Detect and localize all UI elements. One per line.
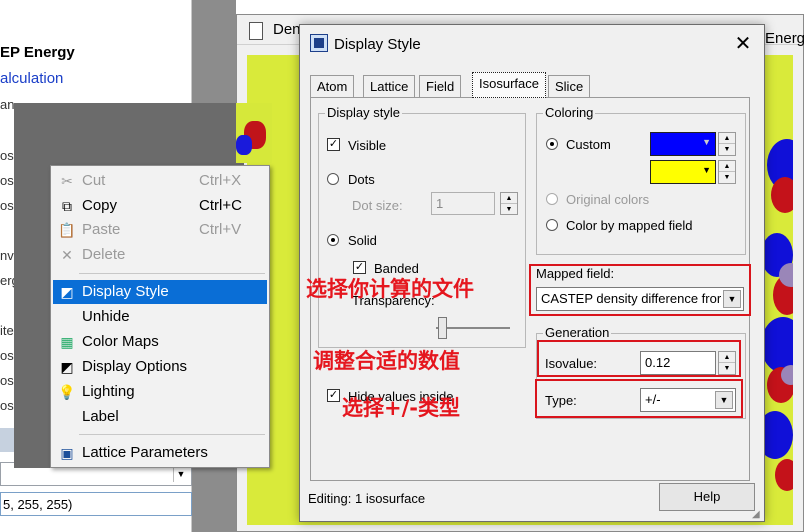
color-by-mapped-field-label: Color by mapped field: [566, 218, 693, 233]
group-label: Coloring: [543, 105, 596, 120]
chevron-down-icon[interactable]: ▼: [173, 466, 188, 482]
context-menu: ✂ Cut Ctrl+X ⧉ Copy Ctrl+C 📋 Paste Ctrl+…: [50, 165, 270, 468]
menu-item-label: Color Maps: [82, 333, 159, 350]
menu-item-label: Cut: [82, 172, 106, 189]
copy-icon: ⧉: [62, 198, 72, 214]
annotation-box-mapped-field: [529, 264, 751, 316]
visible-label: Visible: [348, 138, 387, 153]
group-label: Generation: [543, 325, 612, 340]
visible-checkbox[interactable]: ✓: [327, 138, 340, 151]
lightbulb-icon: 💡: [58, 384, 76, 400]
close-icon[interactable]: ✕: [732, 33, 754, 55]
tab-slice[interactable]: Slice: [548, 75, 591, 97]
tree-item-calculation[interactable]: alculation: [0, 70, 190, 87]
menu-item-shortcut: Ctrl+X: [199, 172, 242, 189]
color-by-mapped-field-radio[interactable]: [546, 219, 558, 231]
tab-isosurface[interactable]: Isosurface: [472, 72, 546, 98]
original-colors-radio[interactable]: [546, 193, 558, 205]
annotation-select-type: 选择+/-类型: [342, 396, 460, 420]
color-maps-icon: ▦: [60, 334, 74, 350]
structure-viewer-thumbnail: [236, 103, 272, 163]
dots-label: Dots: [348, 172, 375, 187]
menu-item-label: Display Options: [82, 358, 188, 375]
annotation-box-type: [535, 379, 743, 418]
menu-item-label: Unhide: [82, 308, 130, 325]
annotation-box-isovalue: [537, 340, 741, 377]
original-colors-label: Original colors: [566, 192, 650, 207]
tab-lattice[interactable]: Lattice: [363, 75, 416, 97]
menu-item-label: Display Style: [82, 283, 169, 300]
menu-item-cut[interactable]: ✂ Cut Ctrl+X: [53, 169, 267, 193]
property-value-field[interactable]: 5, 255, 255): [0, 492, 192, 516]
tab-field[interactable]: Field: [419, 75, 462, 97]
display-style-icon: [310, 34, 328, 52]
chevron-down-icon: ▼: [702, 137, 711, 147]
dot-size-field[interactable]: 1: [431, 192, 495, 215]
annotation-select-file: 选择你计算的文件: [306, 277, 474, 301]
annotation-adjust-value: 调整合适的数值: [313, 349, 460, 373]
paste-icon: 📋: [58, 222, 76, 238]
solid-radio[interactable]: [327, 234, 339, 246]
tab-atom[interactable]: Atom: [310, 75, 355, 97]
menu-item-label: Lattice Parameters: [82, 444, 208, 461]
menu-item-lattice-parameters[interactable]: ▣ Lattice Parameters: [53, 441, 267, 465]
dot-size-stepper[interactable]: ▲ ▼: [500, 192, 518, 215]
status-text: Editing: 1 isosurface: [308, 491, 426, 506]
menu-item-lighting[interactable]: 💡 Lighting: [53, 380, 267, 404]
color-1-swatch[interactable]: ▼: [650, 132, 716, 156]
dot-size-label: Dot size:: [352, 198, 403, 213]
dialog-title: Display Style: [334, 36, 421, 53]
menu-item-shortcut: Ctrl+C: [199, 197, 242, 214]
menu-item-label[interactable]: Label: [53, 405, 267, 429]
scissors-icon: ✂: [61, 173, 73, 189]
display-options-icon: ◩: [60, 359, 74, 375]
menu-item-label: Delete: [82, 246, 126, 263]
delete-icon: ✕: [61, 247, 73, 263]
menu-separator: [79, 273, 265, 274]
menu-item-label: Lighting: [82, 383, 135, 400]
menu-separator: [79, 434, 265, 435]
menu-item-copy[interactable]: ⧉ Copy Ctrl+C: [53, 194, 267, 218]
menu-item-color-maps[interactable]: ▦ Color Maps: [53, 330, 267, 354]
menu-item-display-options[interactable]: ◩ Display Options: [53, 355, 267, 379]
document-title-right: Energ: [765, 30, 804, 47]
custom-color-label: Custom: [566, 137, 611, 152]
menu-item-paste[interactable]: 📋 Paste Ctrl+V: [53, 218, 267, 242]
transparency-slider-track[interactable]: [436, 327, 510, 329]
color-1-stepper[interactable]: ▲ ▼: [718, 132, 736, 156]
color-2-stepper[interactable]: ▲ ▼: [718, 160, 736, 184]
document-title: Den: [273, 21, 301, 38]
document-icon: [249, 22, 263, 40]
custom-color-radio[interactable]: [546, 138, 558, 150]
menu-item-display-style[interactable]: ◩ Display Style: [53, 280, 267, 304]
menu-item-delete[interactable]: ✕ Delete: [53, 243, 267, 267]
menu-item-label: Label: [82, 408, 119, 425]
menu-item-unhide[interactable]: Unhide: [53, 305, 267, 329]
help-button[interactable]: Help: [659, 483, 755, 511]
display-style-icon: ◩: [60, 284, 74, 300]
tree-item-castep-energy[interactable]: EP Energy: [0, 44, 190, 61]
menu-item-shortcut: Ctrl+V: [199, 221, 242, 238]
transparency-slider-thumb[interactable]: [437, 317, 447, 339]
dots-radio[interactable]: [327, 173, 339, 185]
menu-item-label: Paste: [82, 221, 121, 238]
hide-values-checkbox[interactable]: ✓: [327, 389, 340, 402]
lattice-icon: ▣: [60, 445, 74, 461]
chevron-down-icon: ▼: [702, 165, 711, 175]
color-2-swatch[interactable]: ▼: [650, 160, 716, 184]
menu-item-label: Copy: [82, 197, 118, 214]
resize-grip-icon[interactable]: ◢: [752, 509, 760, 520]
group-label: Display style: [325, 105, 402, 120]
solid-label: Solid: [348, 233, 377, 248]
